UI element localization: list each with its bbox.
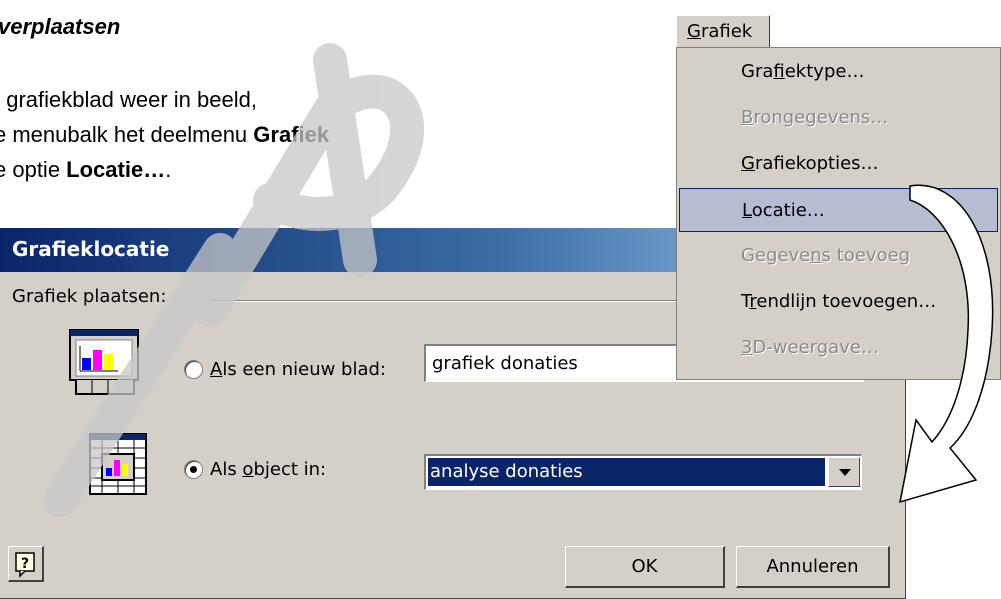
doc-line-2: e menubalk het deelmenu Grafiek (0, 122, 330, 147)
cancel-button[interactable]: Annuleren (736, 546, 890, 588)
object-sheet-value: analyse donaties (427, 457, 826, 487)
help-button[interactable]: ? (8, 546, 44, 582)
chart-sheet-icon (69, 329, 139, 395)
object-in-label[interactable]: Als object in: (210, 459, 326, 480)
chevron-down-icon (839, 469, 851, 476)
doc-line-1: t grafiekblad weer in beeld, (0, 87, 257, 112)
menu-item-grafiektype[interactable]: Grafiektype… (679, 50, 998, 94)
new-sheet-radio[interactable] (184, 360, 203, 379)
dialog-title: Grafieklocatie (12, 237, 170, 261)
menu-item-brongegevens: Brongegevens… (741, 107, 889, 128)
group-label: Grafiek plaatsen: (12, 286, 173, 307)
object-in-radio[interactable] (184, 460, 203, 479)
ok-button[interactable]: OK (565, 546, 725, 588)
dropdown-button[interactable] (828, 457, 860, 487)
object-sheet-combobox[interactable]: analyse donaties (424, 454, 862, 490)
menu-grafiek[interactable]: Grafiek (676, 15, 770, 47)
help-icon: ? (15, 552, 35, 578)
curved-arrow-icon (899, 184, 994, 504)
svg-text:?: ? (21, 556, 29, 572)
doc-line-3: e optie Locatie…. (0, 157, 172, 182)
new-sheet-label[interactable]: Als een nieuw blad: (210, 359, 386, 380)
doc-heading: verplaatsen (0, 14, 121, 39)
embedded-chart-icon (89, 433, 147, 495)
